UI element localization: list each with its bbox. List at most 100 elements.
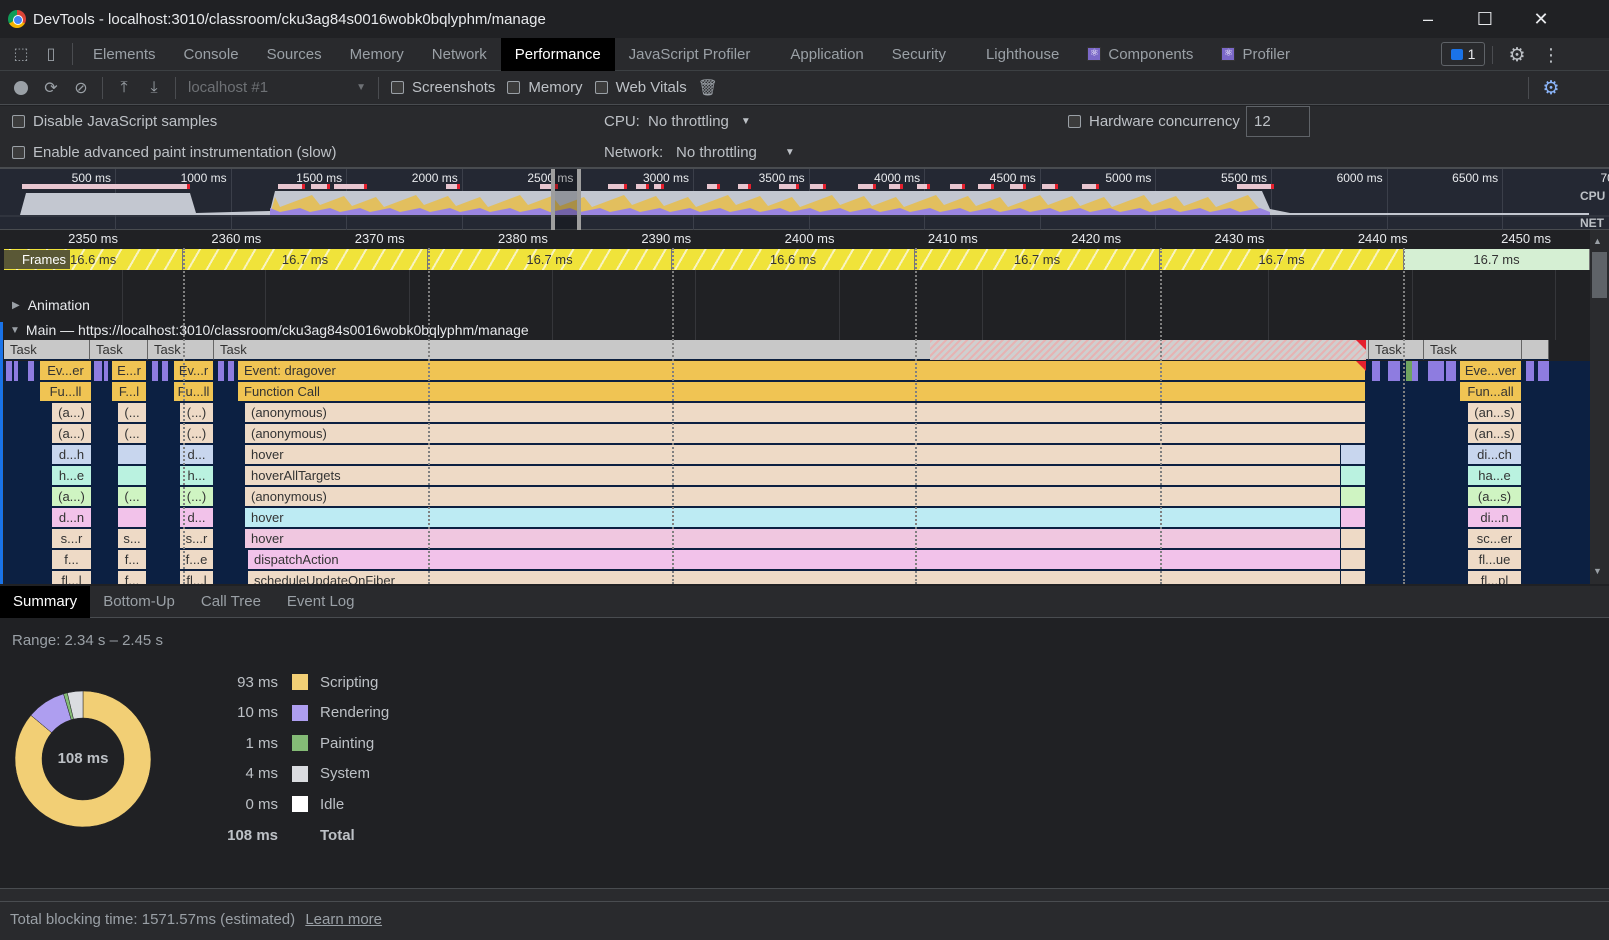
tab-call-tree[interactable]: Call Tree [188,586,274,618]
device-toolbar-icon[interactable]: ▯ [36,39,66,69]
overview-selection-window[interactable] [551,169,581,231]
flame-entry[interactable]: (...) [180,424,214,444]
flame-entry[interactable]: f... [52,550,92,570]
flame-entry[interactable]: (...) [180,403,214,423]
settings-gear-icon[interactable]: ⚙ [1502,40,1532,70]
rendering-slice[interactable] [162,361,168,381]
flame-entry[interactable]: f... [118,571,147,584]
trash-icon[interactable]: 🗑 [693,73,723,103]
tab-bottom-up[interactable]: Bottom-Up [90,586,188,618]
flame-entry[interactable]: f... [118,550,147,570]
flame-entry[interactable]: d...h [52,445,92,465]
tab-performance[interactable]: Performance [500,37,615,71]
reload-record-button[interactable]: ⟳ [36,73,66,103]
hardware-concurrency-checkbox[interactable]: Hardware concurrency [1068,113,1240,130]
flame-entry[interactable]: (...) [180,487,214,507]
flame-entry[interactable]: hover [245,529,1341,549]
flame-entry[interactable]: F...l [112,382,147,402]
close-button[interactable]: ✕ [1513,0,1569,38]
hardware-concurrency-input[interactable]: 12 [1246,106,1310,137]
clear-button[interactable]: ⊘ [66,73,96,103]
tab-summary[interactable]: Summary [0,585,91,618]
flame-entry[interactable]: hover [245,445,1341,465]
rendering-slice[interactable] [104,361,108,381]
flame-entry[interactable]: s... [118,529,147,549]
flame-entry[interactable]: h...e [52,466,92,486]
flame-entry[interactable]: (... [118,403,147,423]
flame-entry[interactable]: (... [118,487,147,507]
dropped-frame[interactable]: 16.7 ms [428,249,672,270]
flame-entry[interactable] [1341,529,1366,549]
animation-track-header[interactable]: ▶ Animation [12,297,90,313]
tab-event-log[interactable]: Event Log [274,586,368,618]
flame-entry[interactable]: h... [180,466,214,486]
dropped-frame[interactable]: 16.7 ms [915,249,1160,270]
tab-elements[interactable]: Elements [79,38,170,71]
task-bar[interactable]: Task [148,340,214,360]
flame-entry[interactable]: d... [180,508,214,528]
flame-entry[interactable]: fl...l [52,571,92,584]
learn-more-link[interactable]: Learn more [305,911,382,928]
flame-entry[interactable]: fl...ue [1468,550,1522,570]
save-profile-button[interactable]: ⤓ [139,73,169,103]
minimize-button[interactable]: – [1400,0,1456,38]
rendering-slice[interactable] [28,361,34,381]
capture-settings-gear-icon[interactable]: ⚙ [1536,73,1566,103]
rendering-slice[interactable] [1446,361,1456,381]
screenshots-checkbox[interactable]: Screenshots [391,79,495,96]
flame-entry[interactable]: di...n [1468,508,1522,528]
painting-slice[interactable] [1406,361,1412,381]
load-profile-button[interactable]: ⤒ [109,73,139,103]
task-bar[interactable]: Task [90,340,148,360]
dropped-frame[interactable]: 16.6 ms [672,249,915,270]
tab-memory[interactable]: Memory [336,38,418,71]
task-bar[interactable] [1522,340,1549,360]
scrollbar-thumb[interactable] [1592,252,1607,298]
rendering-slice[interactable] [14,361,18,381]
flame-entry[interactable]: (... [118,424,147,444]
tab-application[interactable]: Application [776,38,877,71]
flame-entry[interactable]: d...n [52,508,92,528]
flame-entry[interactable]: E...r [112,361,147,381]
flame-entry[interactable]: Fun...all [1460,382,1522,402]
flame-entry[interactable] [1341,550,1366,570]
timeline-overview[interactable]: 500 ms 1000 ms 1500 ms 2000 ms 2500 ms 3000 m… [0,168,1609,231]
tab-profiler[interactable]: ⚛ Profiler [1207,38,1304,71]
rendering-slice[interactable] [1538,361,1549,381]
scroll-down-arrow-icon[interactable]: ▼ [1593,566,1602,576]
flame-entry[interactable]: Event: dragover [238,361,1366,381]
rendering-slice[interactable] [1526,361,1534,381]
flame-entry[interactable]: sc...er [1468,529,1522,549]
rendering-slice[interactable] [228,361,234,381]
tab-network[interactable]: Network [418,38,501,71]
rendering-slice[interactable] [1428,361,1444,381]
flame-entry[interactable]: (a...s) [1468,487,1522,507]
dropped-frame[interactable]: 16.7 ms [183,249,428,270]
advanced-paint-checkbox[interactable]: Enable advanced paint instrumentation (s… [12,144,337,161]
flame-entry[interactable]: (an...s) [1468,403,1522,423]
flame-entry[interactable]: hoverAllTargets [245,466,1341,486]
memory-checkbox[interactable]: Memory [507,79,583,96]
tab-components[interactable]: ⚛ Components [1073,38,1207,71]
flame-entry[interactable] [1341,487,1366,507]
flame-entry[interactable]: Fu...ll [174,382,214,402]
rendering-slice[interactable] [152,361,158,381]
flame-entry[interactable]: ha...e [1468,466,1522,486]
flame-entry[interactable] [118,508,147,528]
flame-entry[interactable]: di...ch [1468,445,1522,465]
flame-entry[interactable]: Eve...ver [1460,361,1522,381]
web-vitals-checkbox[interactable]: Web Vitals [594,79,687,96]
tab-lighthouse[interactable]: Lighthouse [972,38,1073,71]
flame-entry[interactable] [1341,508,1366,528]
task-bar[interactable]: Task [4,340,90,360]
issues-badge[interactable]: 1 [1441,42,1485,66]
flame-entry[interactable]: Fu...ll [40,382,92,402]
tab-security[interactable]: Security [878,38,960,71]
flame-entry[interactable] [1341,571,1366,584]
flame-entry[interactable]: s...r [52,529,92,549]
flame-entry[interactable]: Function Call [238,382,1366,402]
flame-entry[interactable] [118,466,147,486]
flame-chart[interactable]: Task Task Task Task Task Task Event: dragover F… [4,340,1590,584]
flame-entry[interactable]: f...e [180,550,214,570]
record-button[interactable] [6,73,36,103]
